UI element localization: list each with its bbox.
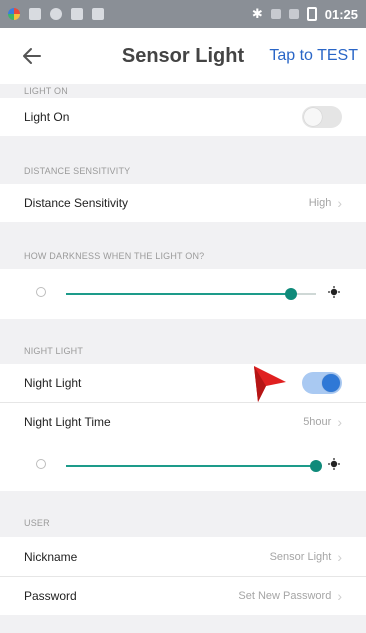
brightness-low-icon [36, 287, 46, 297]
row-password[interactable]: Password Set New Password › [0, 577, 366, 615]
section-header-light-on: LIGHT ON [24, 86, 68, 96]
light-on-label: Light On [24, 110, 70, 124]
brightness-high-icon [328, 286, 340, 298]
slider-fill [66, 465, 316, 467]
app-icon [8, 8, 20, 20]
nickname-label: Nickname [24, 549, 78, 564]
nickname-value: Sensor Light [269, 550, 332, 563]
notification-icon [29, 8, 41, 20]
app-header: Sensor Light Tap to TEST [0, 28, 366, 84]
row-nickname[interactable]: Nickname Sensor Light › [0, 537, 366, 576]
section-header-darkness: HOW DARKNESS WHEN THE LIGHT ON? [24, 251, 205, 261]
section-header-night-light: NIGHT LIGHT [24, 346, 84, 356]
brightness-low-icon [36, 459, 46, 469]
toggle-knob [304, 108, 322, 126]
bluetooth-icon: ✱ [251, 6, 263, 21]
battery-icon [306, 7, 317, 21]
row-distance-sensitivity[interactable]: Distance Sensitivity High › [0, 184, 366, 222]
night-light-label: Night Light [24, 376, 82, 390]
toggle-knob [322, 374, 340, 392]
section-header-distance: DISTANCE SENSITIVITY [24, 166, 131, 176]
row-night-light[interactable]: Night Light [0, 364, 366, 402]
row-light-on[interactable]: Light On [0, 98, 366, 136]
slider-thumb[interactable] [310, 460, 322, 472]
annotation-arrow-icon [254, 366, 286, 402]
night-light-time-label: Night Light Time [24, 415, 111, 429]
brightness-high-icon [328, 458, 340, 470]
night-light-slider-row [0, 441, 366, 491]
chevron-right-icon: › [337, 195, 342, 211]
night-light-toggle[interactable] [302, 372, 342, 394]
light-on-toggle[interactable] [302, 106, 342, 128]
darkness-slider[interactable] [66, 288, 316, 300]
section-header-user: USER [24, 518, 50, 528]
night-light-slider[interactable] [66, 460, 322, 472]
notification-icon [71, 8, 83, 20]
row-night-light-time[interactable]: Night Light Time 5hour › [0, 403, 366, 441]
chevron-right-icon: › [337, 548, 342, 565]
chevron-right-icon: › [337, 588, 342, 604]
wifi-icon [288, 9, 299, 19]
tap-to-test-button[interactable]: Tap to TEST [269, 47, 358, 65]
status-bar: ✱ 01:25 [0, 0, 366, 28]
password-value: Set New Password [238, 590, 332, 602]
notification-icon [50, 8, 62, 20]
night-light-time-value: 5hour [303, 416, 332, 428]
chevron-right-icon: › [337, 414, 342, 430]
status-time: 01:25 [324, 6, 358, 22]
password-label: Password [24, 589, 77, 603]
darkness-slider-row [0, 269, 366, 319]
signal-icon [270, 9, 281, 19]
notification-icon [92, 8, 104, 20]
distance-sensitivity-value: High [308, 197, 332, 209]
distance-sensitivity-label: Distance Sensitivity [24, 196, 129, 210]
slider-thumb[interactable] [285, 288, 297, 300]
slider-fill [66, 293, 291, 295]
